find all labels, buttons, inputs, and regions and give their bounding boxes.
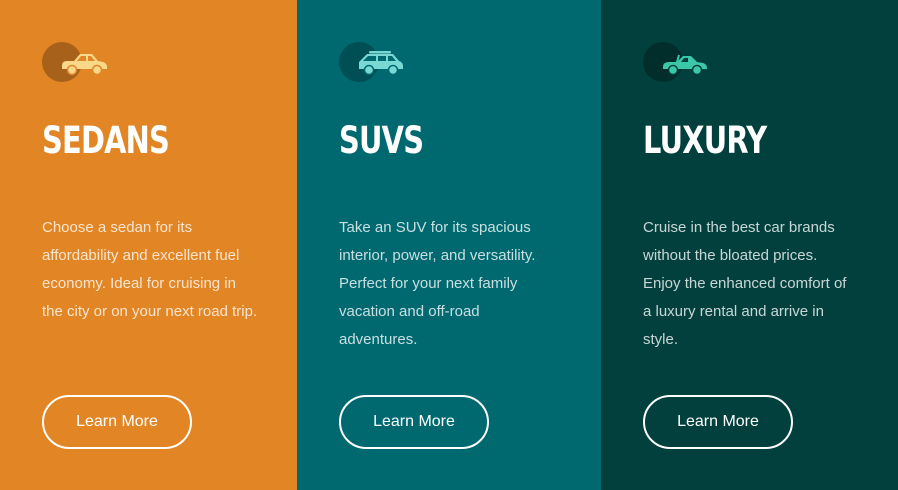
card-luxury: LUXURY Cruise in the best car brands wit… (601, 0, 898, 490)
learn-more-button-sedans[interactable]: Learn More (42, 395, 192, 449)
luxury-car-icon (663, 54, 707, 76)
card-description: Choose a sedan for its affordability and… (42, 219, 258, 320)
card-description: Take an SUV for its spacious interior, p… (339, 219, 536, 348)
sedan-icon (62, 54, 107, 76)
card-title: SUVS (339, 119, 424, 162)
car-category-cards: SEDANS Choose a sedan for its affordabil… (0, 0, 898, 490)
learn-more-button-suvs[interactable]: Learn More (339, 395, 489, 449)
card-title: LUXURY (643, 119, 767, 162)
suv-icon (359, 51, 403, 76)
learn-more-label: Learn More (677, 413, 759, 430)
card-sedans: SEDANS Choose a sedan for its affordabil… (0, 0, 297, 490)
card-description: Cruise in the best car brands without th… (643, 219, 847, 348)
luxury-car-icon-badge (643, 42, 715, 84)
suv-icon-badge (339, 42, 411, 84)
card-title: SEDANS (42, 119, 170, 162)
sedan-icon-badge (42, 42, 114, 84)
learn-more-label: Learn More (373, 413, 455, 430)
learn-more-label: Learn More (76, 413, 158, 430)
learn-more-button-luxury[interactable]: Learn More (643, 395, 793, 449)
card-suvs: SUVS Take an SUV for its spacious interi… (297, 0, 601, 490)
